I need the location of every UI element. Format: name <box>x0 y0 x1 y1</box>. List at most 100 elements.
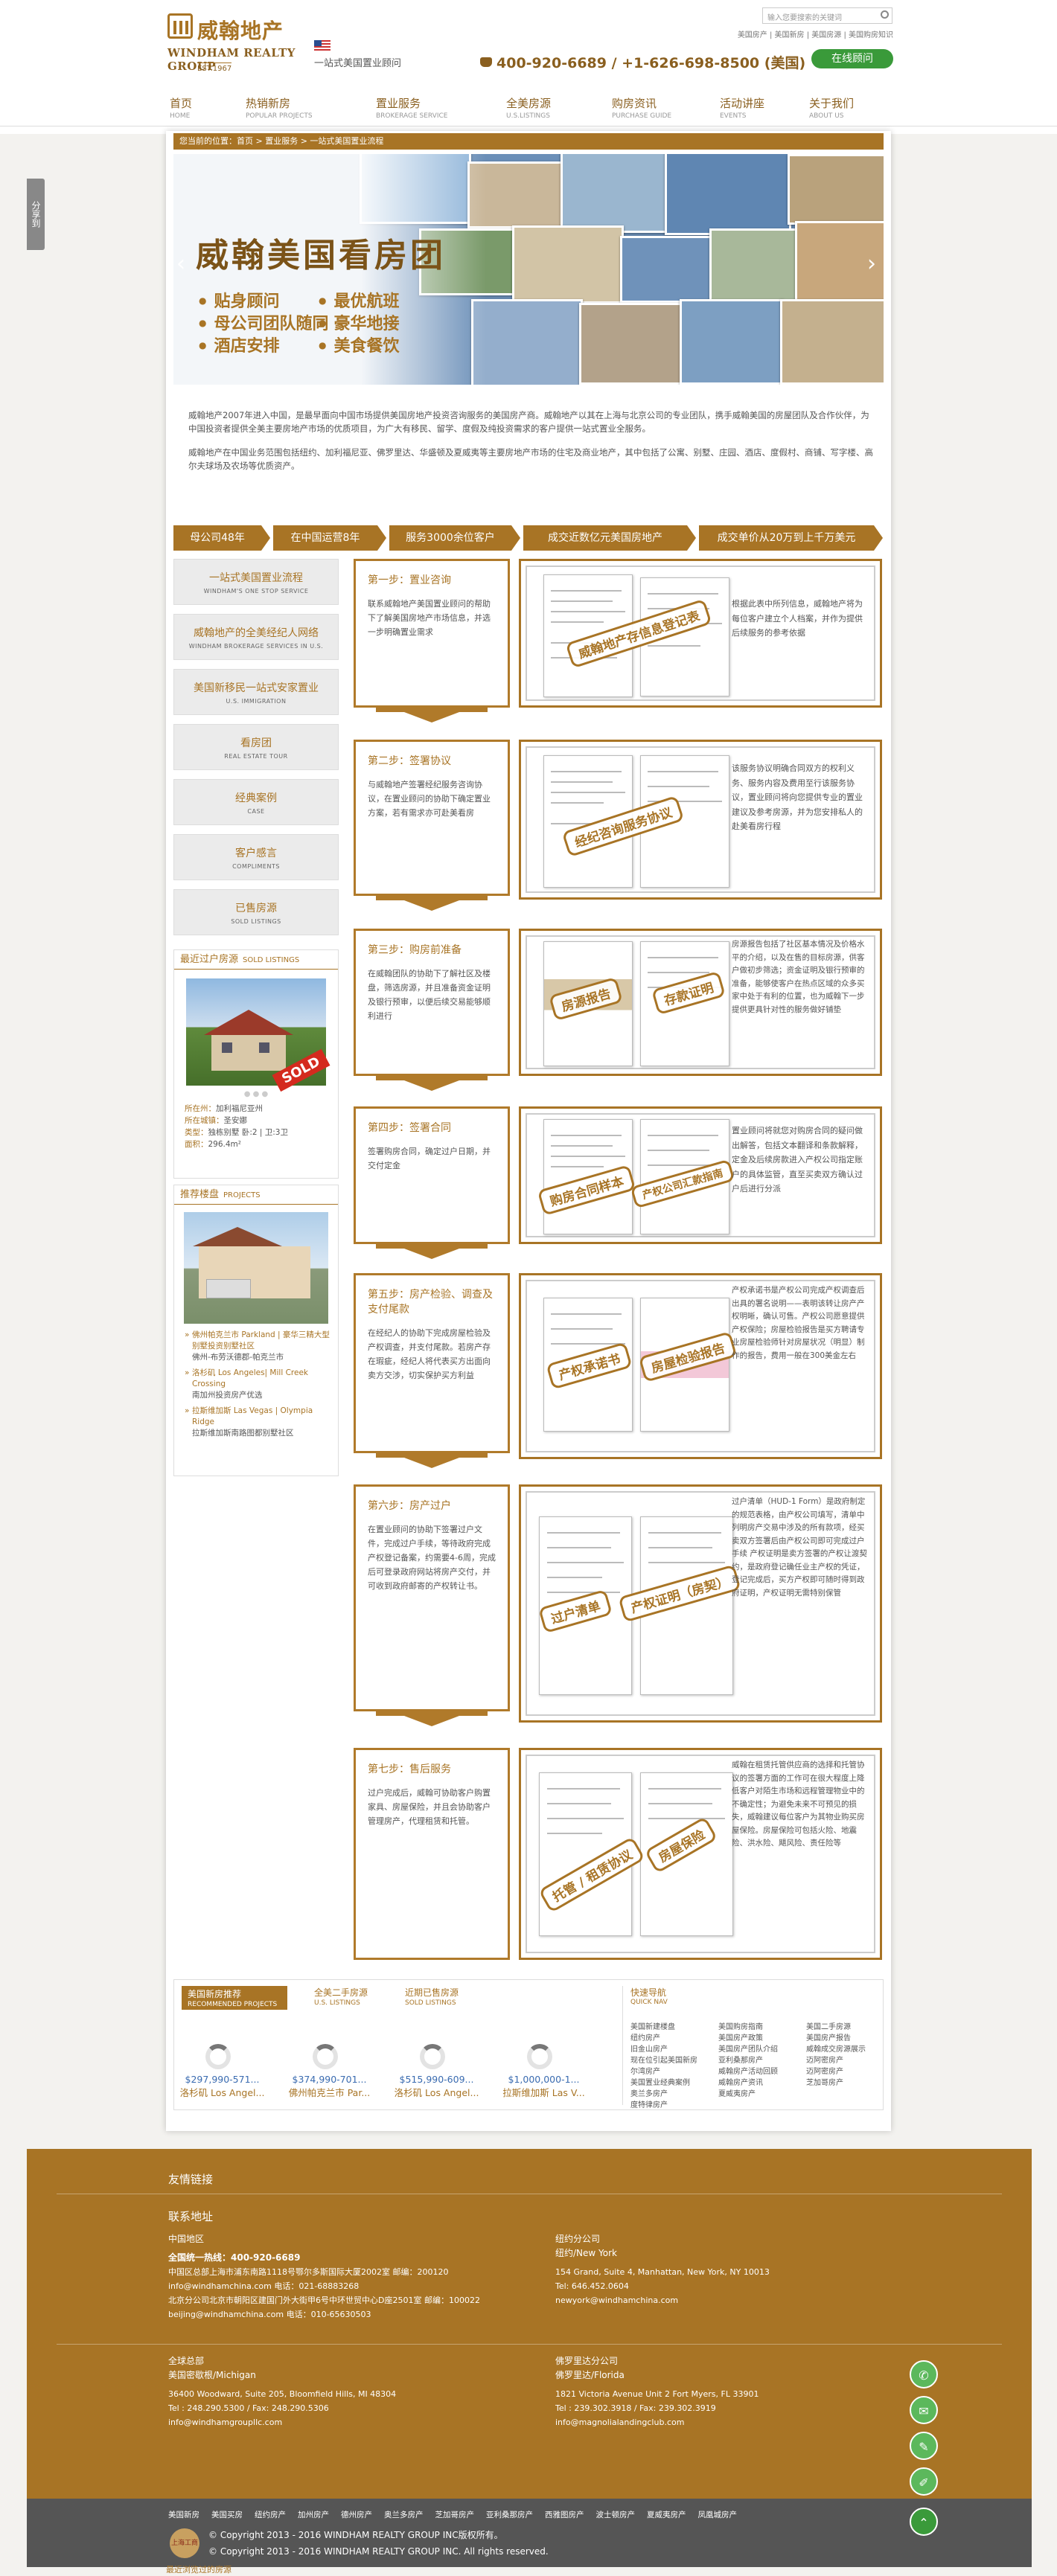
banner-next-arrow-icon[interactable]: › <box>867 251 878 281</box>
loading-spinner-icon <box>205 2044 231 2069</box>
banner-feature: 豪华地接 <box>319 310 399 334</box>
step-arrow-icon <box>376 896 488 911</box>
wechat-float-icon[interactable]: ✉ <box>910 2396 938 2424</box>
project-link[interactable]: 拉斯维加斯 Las Vegas | Olympia Ridge <box>192 1406 313 1426</box>
project-link[interactable]: 佛州帕克兰市 Parkland | 豪华三精大型别墅投资别墅社区 <box>192 1330 330 1351</box>
quick-nav-col[interactable]: 美国购房指南 美国房产政策 美国房产团队介绍 亚利桑那房产 威翰房产活动回顾 威翰房产资讯… <box>718 2022 778 2100</box>
michigan-contact: 全球总部 美国密歇根/Michigan 36400 Woodward, Suit… <box>168 2356 397 2427</box>
step-doc-text: 置业顾问将就您对购房合同的疑问做出解答，包括文本翻译和条款解释，定金及后续房款进… <box>732 1126 863 1194</box>
sold-box-title: 最近过户房源 SOLD LISTINGS <box>174 950 338 970</box>
tab-us-listings[interactable]: 全美二手房源 U.S. LISTINGS <box>314 1986 368 2007</box>
project-photo[interactable] <box>184 1212 328 1324</box>
tab-recommended[interactable]: 美国新房推荐 RECOMMENDED PROJECTS <box>182 1986 287 2010</box>
stat-item: 服务3000余位客户 <box>389 525 520 551</box>
step-doc-box: 托管 / 租赁协议 房屋保险 威翰在租赁托管供应商的选择和托管协议的签署方面的工… <box>519 1748 882 1960</box>
step-7: 第七步：售后服务 过户完成后，威翰可协助客户购置家具、房屋保险，并且会协助客户管理… <box>354 1748 882 1971</box>
nav-events[interactable]: 活动讲座 EVENTS <box>720 95 764 120</box>
step-doc-text: 根据此表中所列信息，威翰地产将为每位客户建立个人档案，并作为提供后续服务的参考依… <box>732 599 863 638</box>
friend-links-title[interactable]: 友情链接 <box>168 2171 213 2187</box>
nav-popular-projects[interactable]: 热销新房 POPULAR PROJECTS <box>246 95 313 120</box>
nav-home[interactable]: 首页 HOME <box>170 95 192 120</box>
banner-feature: 美食餐饮 <box>319 333 399 356</box>
listing-card[interactable]: $297,990-571... 洛杉矶 Los Angel... <box>176 2074 269 2099</box>
step-3: 第三步：购房前准备 在威翰团队的协助下了解社区及楼盘，筛选房源，并且准备资金证明及… <box>354 929 882 1091</box>
listing-card[interactable]: $515,990-609... 洛杉矶 Los Angel... <box>390 2074 483 2099</box>
intro-paragraph: 威翰地产在中国业务范围包括纽约、加利福尼亚、佛罗里达、华盛顿及夏威夷等主要房地产… <box>188 447 873 471</box>
nav-us-listings[interactable]: 全美房源 U.S.LISTINGS <box>506 95 551 120</box>
online-consultant-button[interactable]: 在线顾问 <box>811 49 893 68</box>
search-input[interactable]: 输入您要搜索的关键词 <box>762 7 892 24</box>
sidebar-item-one-stop[interactable]: 一站式美国置业流程 WINDHAM'S ONE STOP SERVICE <box>173 559 339 605</box>
sold-listings-box: 最近过户房源 SOLD LISTINGS SOLD ● ● ● 所在州：加利福尼亚… <box>173 949 339 1179</box>
bottom-listings-panel: 美国新房推荐 RECOMMENDED PROJECTS 全美二手房源 U.S. LI… <box>173 1979 884 2110</box>
quick-nav-title: 快速导航 QUICK NAV <box>630 1987 668 2006</box>
sidebar-item-tour[interactable]: 看房团 REAL ESTATE TOUR <box>173 724 339 770</box>
step-box: 第一步：置业咨询 联系威翰地产美国置业顾问的帮助下了解美国房地产市场信息，并选一步… <box>354 559 510 708</box>
weibo-float-icon[interactable]: ✎ <box>910 2432 938 2460</box>
sidebar-item-brokerage[interactable]: 威翰地产的全美经纪人网络 WINDHAM BROKERAGE SERVICES I… <box>173 614 339 660</box>
nav-about-us[interactable]: 关于我们 ABOUT US <box>809 95 854 120</box>
listing-card[interactable]: $374,990-701... 佛州帕克兰市 Par... <box>283 2074 376 2099</box>
project-link[interactable]: 洛杉矶 Los Angeles| Mill Creek Crossing <box>192 1368 308 1388</box>
copyright-en: © Copyright 2013 - 2016 WINDHAM REALTY G… <box>208 2546 549 2557</box>
top-links[interactable]: 美国房产 | 美国新房 | 美国房源 | 美国购房知识 <box>707 28 893 39</box>
loading-spinner-icon <box>313 2044 338 2069</box>
step-box: 第三步：购房前准备 在威翰团队的协助下了解社区及楼盘，筛选房源，并且准备资金证明及… <box>354 929 510 1076</box>
list-item: 佛州帕克兰市 Parkland | 豪华三精大型别墅投资别墅社区佛州-布劳沃德郡… <box>185 1330 330 1363</box>
logo-cn: 威翰地产 <box>197 19 284 43</box>
quick-nav-col[interactable]: 美国新建楼盘 纽约房产 旧金山房产 现在位引起美国新房 尔湾房产 美国置业经典案例 奥兰多房… <box>630 2022 697 2111</box>
listing-card[interactable]: $1,000,000-1... 拉斯维加斯 Las V... <box>497 2074 590 2099</box>
step-doc-text: 产权承诺书是产权公司完成产权调查后出具的署名说明——表明该转让房产产权明晰，确认… <box>732 1286 865 1360</box>
stat-item: 成交单价从20万到上千万美元 <box>699 525 883 551</box>
step-arrow-icon <box>376 1453 488 1468</box>
banner-feature: 最优航班 <box>319 288 399 312</box>
step-4: 第四步：签署合同 签署购房合同，确定过户日期，并交付定金 购房合同样本 产权公司汇… <box>354 1106 882 1259</box>
nav-purchase-guide[interactable]: 购房资讯 PURCHASE GUIDE <box>612 95 671 120</box>
step-doc-text: 房源报告包括了社区基本情况及价格水平的介绍，以及在售的目标房源，供客户做初步筛选… <box>732 940 865 1014</box>
step-doc-text: 该服务协议明确合同双方的权利义务、服务内容及费用至行该服务协议，置业顾问将向您提… <box>732 763 863 831</box>
breadcrumb: 您当前的位置：首页 > 置业服务 > 一站式美国置业流程 <box>173 133 884 150</box>
quick-nav-col[interactable]: 美国二手房源 美国房产报告 威翰成交房源展示 迈阿密房产 迈阿密房产 芝加哥房产 <box>806 2022 866 2089</box>
step-doc-box: 房源报告 存款证明 房源报告包括了社区基本情况及价格水平的介绍，以及在售的目标房… <box>519 929 882 1076</box>
stat-item: 成交近数亿元美国房地产 <box>523 525 696 551</box>
sidebar-item-compliments[interactable]: 客户感言 COMPLIMENTS <box>173 834 339 880</box>
step-doc-box: 购房合同样本 产权公司汇款指南 置业顾问将就您对购房合同的疑问做出解答，包括文本… <box>519 1106 882 1244</box>
step-box: 第二步：签署协议 与威翰地产签署经纪服务咨询协议，在置业顾问的协助下确定置业方案，… <box>354 740 510 896</box>
step-arrow-icon <box>376 1076 488 1091</box>
logo-building-icon <box>167 13 193 39</box>
carousel-dots[interactable]: ● ● ● <box>174 1090 338 1098</box>
business-license-badge-icon[interactable]: 上海工商 <box>170 2528 199 2558</box>
step-doc-box: 经纪咨询服务协议 该服务协议明确合同双方的权利义务、服务内容及费用至行该服务协议… <box>519 740 882 900</box>
step-arrow-icon <box>376 708 488 723</box>
step-2: 第二步：签署协议 与威翰地产签署经纪服务咨询协议，在置业顾问的协助下确定置业方案，… <box>354 740 882 911</box>
search-icon[interactable] <box>881 10 889 19</box>
sidebar-item-immigration[interactable]: 美国新移民一站式安家置业 U.S. IMMIGRATION <box>173 669 339 715</box>
banner-prev-arrow-icon[interactable]: ‹ <box>176 251 187 281</box>
banner-photo <box>561 154 672 233</box>
step-1: 第一步：置业咨询 联系威翰地产美国置业顾问的帮助下了解美国房地产市场信息，并选一步… <box>354 559 882 723</box>
sold-house-photo[interactable]: SOLD <box>186 978 330 1092</box>
phone-text: 400-920-6689 / +1-626-698-8500 (美国) <box>496 55 806 71</box>
nav-brokerage-service[interactable]: 置业服务 BROKERAGE SERVICE <box>376 95 447 120</box>
banner-photo <box>680 299 784 385</box>
logo[interactable]: 威翰地产 WINDHAM REALTY GROUP EST.1967 <box>167 13 301 82</box>
tab-sold[interactable]: 近期已售房源 SOLD LISTINGS <box>405 1986 459 2007</box>
main-nav: 首页 HOME 热销新房 POPULAR PROJECTS 置业服务 BROKERAG… <box>0 92 1057 126</box>
us-flag-icon <box>314 40 330 51</box>
sidebar-item-case[interactable]: 经典案例 CASE <box>173 779 339 825</box>
back-to-top-icon[interactable]: ⌃ <box>910 2508 938 2536</box>
phone-float-icon[interactable]: ✆ <box>910 2360 938 2388</box>
loading-spinner-icon <box>527 2044 552 2069</box>
banner-feature: 酒店安排 <box>199 333 279 356</box>
edit-float-icon[interactable]: ✐ <box>910 2467 938 2496</box>
sidebar-item-sold[interactable]: 已售房源 SOLD LISTINGS <box>173 889 339 935</box>
footer-bottom: 美国新房 美国买房 纽约房产 加州房产 德州房产 奥兰多房产 芝加哥房产 亚利桑那房产 西雅图房… <box>27 2499 1032 2567</box>
logo-en: WINDHAM REALTY GROUP <box>167 46 296 73</box>
tour-banner[interactable]: 威翰美国看房团 贴身顾问 最优航班 母公司团队随同 豪华地接 酒店安排 美食餐饮… <box>173 154 884 385</box>
recent-viewed-link[interactable]: 最近浏览过的房源 <box>166 2563 231 2575</box>
footer-links[interactable]: 美国新房 美国买房 纽约房产 加州房产 德州房产 奥兰多房产 芝加哥房产 亚利桑那房产 西雅图房… <box>168 2509 749 2520</box>
copyright-cn: © Copyright 2013 - 2016 WINDHAM REALTY G… <box>208 2530 503 2540</box>
step-doc-text: 过户清单（HUD-1 Form）是政府制定的规范表格，由产权公司填写，清单中列明… <box>732 1497 867 1598</box>
share-side-tab[interactable]: 分享到 <box>27 179 45 250</box>
stat-item: 在中国运营8年 <box>273 525 386 551</box>
